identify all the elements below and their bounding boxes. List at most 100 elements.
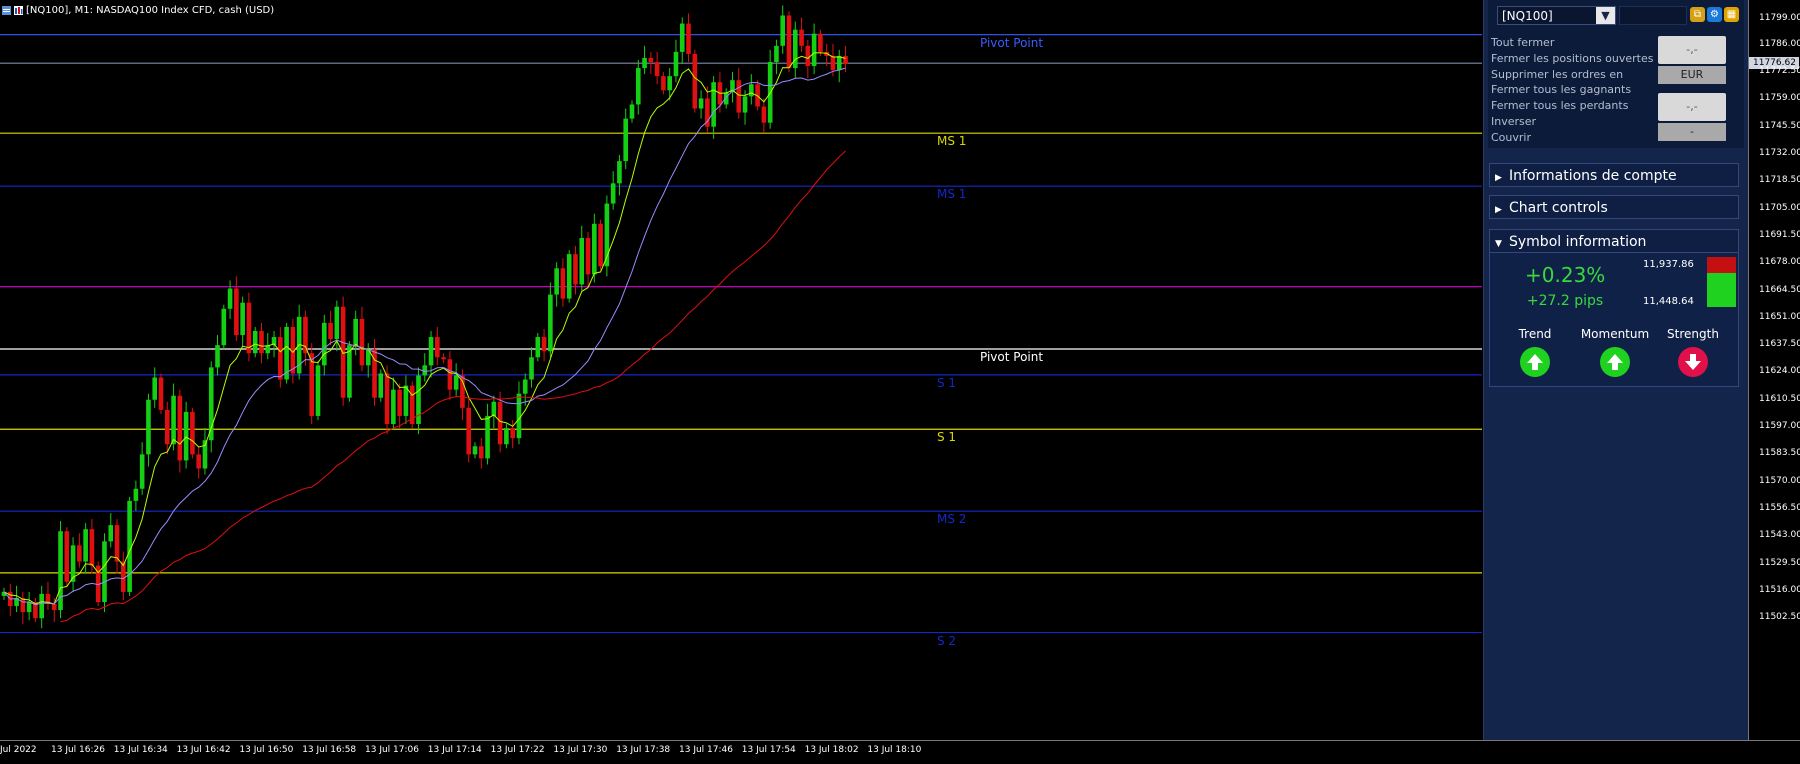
candle-body — [516, 393, 522, 439]
price-tick-label: 11786.00 — [1759, 38, 1800, 49]
price-box-top[interactable]: -,- — [1658, 36, 1726, 64]
candle-body — [158, 377, 164, 410]
time-tick-label: 13 Jul 17:22 — [490, 745, 545, 755]
candle-body — [215, 345, 220, 368]
price-tick-label: 11583.50 — [1759, 448, 1800, 459]
grid-icon[interactable]: ▦ — [1724, 7, 1739, 22]
candle-body — [315, 365, 321, 416]
candle-body — [805, 45, 811, 67]
section-chart-controls-label: Chart controls — [1509, 200, 1608, 216]
symbol-select[interactable]: [NQ100] ▼ — [1497, 6, 1616, 25]
symbol-extra-field[interactable] — [1619, 6, 1687, 25]
candle-body — [774, 45, 779, 62]
action-close-open-positions[interactable]: Fermer les positions ouvertes — [1491, 51, 1654, 67]
candle-body — [447, 359, 453, 390]
section-chart-controls[interactable]: ▶ Chart controls — [1489, 195, 1739, 219]
candle-body — [617, 161, 622, 184]
price-tick-label: 11718.50 — [1759, 175, 1800, 186]
action-delete-orders[interactable]: Supprimer les ordres en — [1491, 67, 1654, 83]
candle-body — [466, 407, 472, 455]
section-symbol-info-label: Symbol information — [1509, 234, 1647, 250]
time-tick-label: Jul 2022 — [0, 745, 37, 755]
candle-body — [598, 223, 603, 267]
candle-body — [836, 55, 842, 71]
candle-body — [64, 531, 70, 582]
action-close-winners[interactable]: Fermer tous les gagnants — [1491, 82, 1654, 98]
candle-body — [259, 330, 264, 354]
time-tick-label: 13 Jul 16:50 — [239, 745, 294, 755]
candle-body — [114, 525, 120, 562]
candle-body — [246, 302, 252, 354]
day-high: 11,937.86 — [1643, 259, 1694, 270]
candle-body — [227, 288, 233, 309]
action-close-all[interactable]: Tout fermer — [1491, 35, 1654, 51]
time-tick-label: 13 Jul 17:06 — [365, 745, 419, 755]
arrow-up-icon — [1520, 347, 1550, 377]
gear-icon[interactable]: ⚙ — [1707, 7, 1722, 22]
candle-body — [786, 15, 792, 69]
chevron-right-icon: ▶ — [1495, 173, 1502, 183]
candle-body — [278, 337, 283, 380]
trading-panel: [NQ100] ▼ ⧉ ⚙ ▦ Tout fermer Fermer les p… — [1483, 0, 1748, 740]
price-tick-label: 11637.50 — [1759, 339, 1800, 350]
time-axis[interactable]: Jul 2022 13 Jul 16:26 13 Jul 16:34 13 Jul 1… — [0, 740, 1800, 764]
candle-body — [485, 415, 490, 459]
candle-body — [171, 395, 176, 445]
candle-body — [648, 57, 654, 62]
candle-body — [623, 118, 629, 162]
price-scale[interactable]: 11776.62 11799.00 11786.00 11772.50 11759.0… — [1748, 0, 1800, 740]
candle-body — [391, 389, 396, 425]
candle-body — [491, 401, 497, 416]
candle-body — [541, 337, 547, 352]
action-hedge[interactable]: Couvrir — [1491, 130, 1654, 146]
day-low: 11,448.64 — [1643, 296, 1694, 307]
section-account-info[interactable]: ▶ Informations de compte — [1489, 163, 1739, 187]
level-label: MS 2 — [937, 512, 967, 527]
candle-body — [77, 545, 82, 562]
candle-body — [830, 55, 836, 71]
price-tick-label: 11502.50 — [1759, 612, 1800, 623]
trade-controls: [NQ100] ▼ ⧉ ⚙ ▦ Tout fermer Fermer les p… — [1488, 0, 1744, 148]
candle-body — [102, 541, 107, 603]
price-tick-label: 11570.00 — [1759, 475, 1800, 486]
candle-body — [843, 55, 848, 65]
candle-body — [472, 446, 478, 455]
chevron-down-icon[interactable]: ▼ — [1596, 7, 1615, 24]
chevron-right-icon: ▶ — [1495, 205, 1502, 215]
price-tick-label: 11732.00 — [1759, 148, 1800, 158]
candle-body — [761, 106, 767, 123]
candle-body — [579, 237, 585, 285]
action-close-losers[interactable]: Fermer tous les perdants — [1491, 98, 1654, 114]
indicator-strength: Strength — [1648, 327, 1738, 377]
action-list: Tout fermer Fermer les positions ouverte… — [1491, 35, 1654, 146]
price-box-bottom[interactable]: -,- — [1658, 93, 1726, 121]
section-account-info-label: Informations de compte — [1509, 168, 1677, 184]
section-symbol-info[interactable]: ▼ Symbol information — [1489, 229, 1739, 253]
candle-body — [221, 308, 227, 346]
chart-title-bar: [NQ100], M1: NASDAQ100 Index CFD, cash (… — [0, 2, 274, 18]
candle-body — [240, 302, 245, 336]
copy-icon[interactable]: ⧉ — [1690, 7, 1705, 22]
candle-body — [196, 454, 201, 469]
action-reverse[interactable]: Inverser — [1491, 114, 1654, 130]
price-tick-label: 11651.00 — [1759, 311, 1800, 322]
price-chart[interactable] — [0, 0, 1482, 740]
candle-body — [667, 76, 672, 91]
price-tick-label: 11678.00 — [1759, 257, 1800, 268]
candle-body — [183, 411, 189, 461]
price-tick-label: 11516.00 — [1759, 584, 1800, 595]
indicator-momentum-label: Momentum — [1580, 327, 1650, 341]
level-label: MS 1 — [937, 134, 967, 149]
candle-body — [453, 375, 459, 390]
symbol-info-box: +0.23% +27.2 pips 11,937.86 11,448.64 Tr… — [1489, 253, 1739, 387]
candle-body — [384, 373, 390, 425]
indicator-momentum: Momentum — [1570, 327, 1660, 377]
dash-label: - — [1658, 123, 1726, 141]
level-label: S 1 — [937, 375, 957, 390]
candle-body — [39, 593, 44, 619]
level-label: Pivot Point — [980, 35, 1044, 50]
candle-body — [510, 428, 515, 439]
candle-body — [723, 92, 729, 105]
price-tick-label: 11597.00 — [1759, 421, 1800, 432]
symbol-select-value: [NQ100] — [1502, 9, 1553, 23]
